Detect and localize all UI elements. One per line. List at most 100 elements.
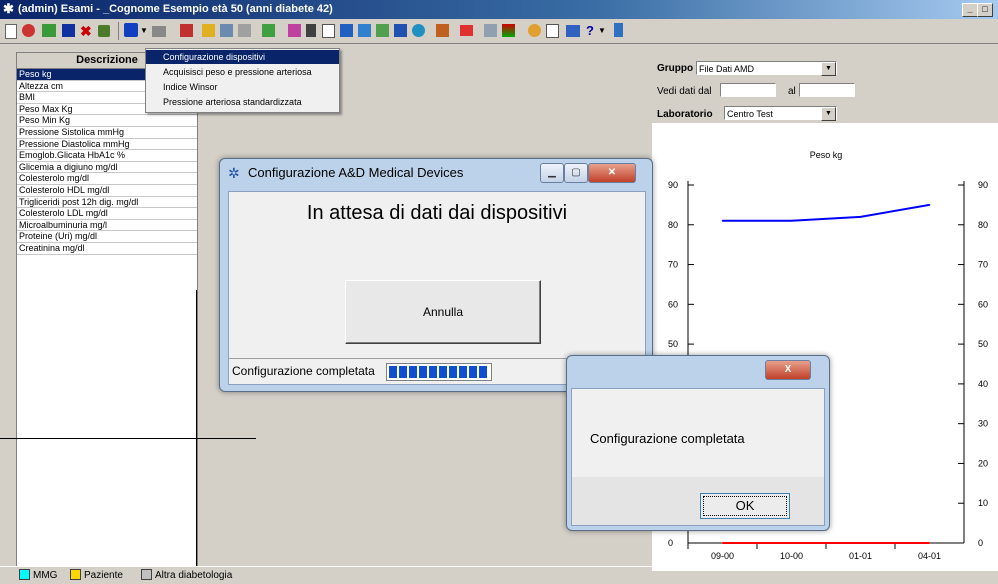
data-point xyxy=(721,220,724,222)
save-icon[interactable] xyxy=(62,24,75,37)
window-title: (admin) Esami - _Cognome Esempio età 50 … xyxy=(18,3,333,15)
y-tick-label-right: 90 xyxy=(978,180,988,190)
tool-icon[interactable] xyxy=(238,24,251,37)
list-item[interactable]: Pressione Diastolica mmHg xyxy=(17,139,197,151)
info-icon[interactable] xyxy=(394,24,407,37)
graph-icon[interactable] xyxy=(288,24,301,37)
monitor-icon[interactable] xyxy=(220,24,233,37)
gruppo-label: Gruppo xyxy=(657,63,694,74)
bulb-icon[interactable] xyxy=(202,24,215,37)
devices-icon[interactable] xyxy=(124,23,138,37)
date-from-input[interactable] xyxy=(720,83,776,97)
list-item[interactable]: Pressione Sistolica mmHg xyxy=(17,127,197,139)
legend-mmg: MMG xyxy=(33,570,58,581)
legend-paziente: Paziente xyxy=(84,570,123,581)
exit-icon[interactable] xyxy=(614,23,623,37)
bottle-icon[interactable] xyxy=(306,24,316,37)
list-item[interactable]: Creatinina mg/dl xyxy=(17,243,197,255)
y-tick-label: 60 xyxy=(668,299,678,309)
data-point xyxy=(859,542,862,544)
delete-icon[interactable]: ✖ xyxy=(80,23,96,39)
list-item[interactable]: Colesterolo mg/dl xyxy=(17,173,197,185)
menu-item-winsor[interactable]: Indice Winsor xyxy=(146,80,339,94)
legend-bar: MMG Paziente Altra diabetologia xyxy=(0,566,652,584)
menu-item-acquisisci[interactable]: Acquisisci peso e pressione arteriosa xyxy=(146,65,339,79)
star-icon: ✲ xyxy=(228,165,240,181)
y-tick-label-right: 60 xyxy=(978,299,988,309)
pen-icon[interactable] xyxy=(340,24,353,37)
legend-swatch-altra xyxy=(141,569,152,580)
chart-icon[interactable] xyxy=(42,24,56,37)
list-item[interactable]: Colesterolo HDL mg/dl xyxy=(17,185,197,197)
clock-icon[interactable] xyxy=(412,24,425,37)
data-point xyxy=(859,216,862,218)
y-tick-label: 0 xyxy=(668,538,673,548)
lab-icon[interactable] xyxy=(98,25,110,37)
help-dropdown-icon[interactable]: ▼ xyxy=(598,23,614,39)
ok-button[interactable]: OK xyxy=(700,493,790,519)
lab-label: Laboratorio xyxy=(657,109,713,120)
chevron-down-icon[interactable]: ▼ xyxy=(821,62,836,76)
menu-item-pressione[interactable]: Pressione arteriosa standardizzata xyxy=(146,95,339,109)
y-tick-label-right: 70 xyxy=(978,260,988,270)
close-button[interactable]: X xyxy=(765,360,811,380)
list-item[interactable]: Peso Min Kg xyxy=(17,115,197,127)
data-point xyxy=(721,542,724,544)
legend-swatch-mmg xyxy=(19,569,30,580)
menu-item-configurazione[interactable]: Configurazione dispositivi xyxy=(146,50,339,64)
y-tick-label-right: 0 xyxy=(978,538,983,548)
note-icon[interactable] xyxy=(546,24,559,38)
date-to-input[interactable] xyxy=(799,83,855,97)
list-item[interactable]: Colesterolo LDL mg/dl xyxy=(17,208,197,220)
x-tick-label: 10-00 xyxy=(780,551,803,561)
line-icon[interactable] xyxy=(484,24,497,37)
list-item[interactable]: Glicemia a digiuno mg/dl xyxy=(17,162,197,174)
maximize-button[interactable]: □ xyxy=(977,3,993,17)
y-tick-label: 50 xyxy=(668,339,678,349)
calendar-icon[interactable] xyxy=(460,25,473,36)
vedi-label: Vedi dati dal xyxy=(657,86,712,97)
progress-bar xyxy=(386,363,492,381)
devices-menu: Configurazione dispositivi Acquisisci pe… xyxy=(145,48,340,113)
lab-select[interactable]: Centro Test ▼ xyxy=(724,106,837,121)
bar-chart-icon[interactable] xyxy=(262,24,275,37)
list-item[interactable]: Microalbuminuria mg/l xyxy=(17,220,197,232)
list-item[interactable]: Proteine (Uri) mg/dl xyxy=(17,231,197,243)
screen-icon[interactable] xyxy=(566,25,580,37)
people-icon[interactable] xyxy=(376,24,389,37)
progress-fill xyxy=(389,366,489,378)
minimize-button[interactable]: ▁ xyxy=(540,163,564,183)
table-icon[interactable] xyxy=(180,24,193,37)
magic-icon[interactable] xyxy=(528,24,541,37)
minimize-button[interactable]: _ xyxy=(962,3,978,17)
title-bar[interactable]: ✱ (admin) Esami - _Cognome Esempio età 5… xyxy=(0,0,998,19)
chevron-down-icon[interactable]: ▼ xyxy=(821,107,836,121)
y-tick-label: 70 xyxy=(668,260,678,270)
x-tick-label: 04-01 xyxy=(918,551,941,561)
maximize-button[interactable]: ▢ xyxy=(564,163,588,183)
calc-icon[interactable] xyxy=(436,24,449,37)
new-icon[interactable] xyxy=(5,24,17,39)
y-tick-label-right: 10 xyxy=(978,498,988,508)
status-text: Configurazione completata xyxy=(232,364,375,378)
x-tick-label: 09-00 xyxy=(711,551,734,561)
flag-icon[interactable] xyxy=(502,24,515,37)
data-point xyxy=(790,220,793,222)
gruppo-select[interactable]: File Dati AMD ▼ xyxy=(696,61,837,76)
tools-icon[interactable] xyxy=(22,24,35,37)
chart-title: Peso kg xyxy=(810,150,843,160)
list-item[interactable]: Trigliceridi post 12h dig. mg/dl xyxy=(17,197,197,209)
close-button[interactable]: ✕ xyxy=(588,163,636,183)
list-item[interactable]: Emoglob.Glicata HbA1c % xyxy=(17,150,197,162)
y-tick-label-right: 80 xyxy=(978,220,988,230)
exam-list: Descrizione Peso kg Altezza cm BMI Peso Max… xyxy=(16,52,198,569)
annulla-button[interactable]: Annulla xyxy=(345,280,541,344)
dialog-body: Configurazione completata OK xyxy=(571,388,825,526)
y-tick-label-right: 40 xyxy=(978,379,988,389)
message-dialog: X Configurazione completata OK xyxy=(566,355,830,531)
report-icon[interactable] xyxy=(358,24,371,37)
y-tick-label-right: 20 xyxy=(978,458,988,468)
print-icon[interactable] xyxy=(152,26,166,37)
doc-icon[interactable] xyxy=(322,24,335,38)
legend-altra: Altra diabetologia xyxy=(155,570,233,581)
